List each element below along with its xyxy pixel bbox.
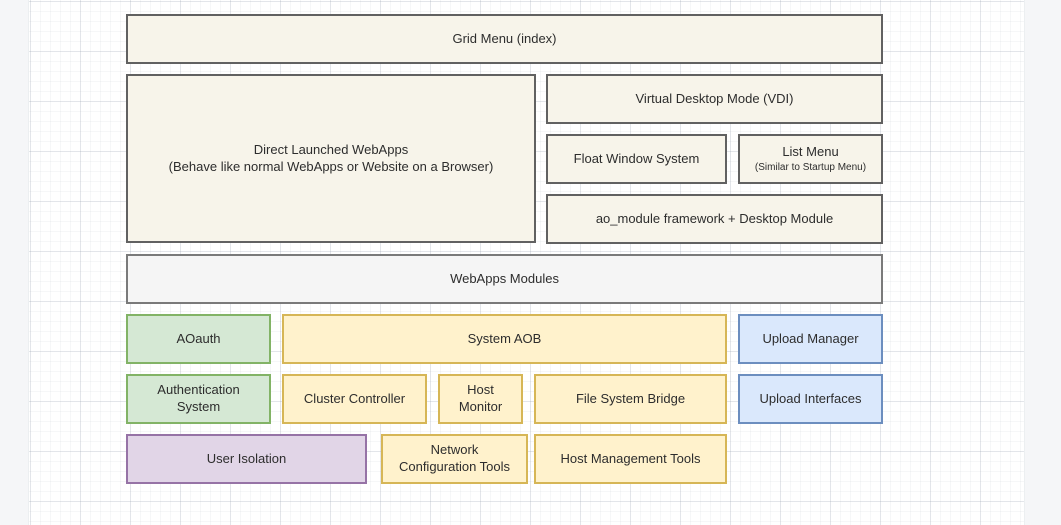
node-system-aob[interactable]: System AOB	[282, 314, 727, 364]
node-label: Direct Launched WebApps	[254, 142, 408, 159]
node-float-window-system[interactable]: Float Window System	[546, 134, 727, 184]
node-host-management-tools[interactable]: Host Management Tools	[534, 434, 727, 484]
node-label: Upload Interfaces	[760, 391, 862, 408]
canvas-margin-left	[0, 0, 29, 525]
node-label: List Menu	[782, 144, 838, 161]
node-file-system-bridge[interactable]: File System Bridge	[534, 374, 727, 424]
node-label: Host Management Tools	[561, 451, 701, 468]
node-aoauth[interactable]: AOauth	[126, 314, 271, 364]
node-upload-interfaces[interactable]: Upload Interfaces	[738, 374, 883, 424]
node-label: Upload Manager	[762, 331, 858, 348]
node-user-isolation[interactable]: User Isolation	[126, 434, 367, 484]
canvas-margin-right	[1024, 0, 1061, 525]
node-label: System AOB	[468, 331, 542, 348]
node-label: Virtual Desktop Mode (VDI)	[636, 91, 794, 108]
node-virtual-desktop-mode[interactable]: Virtual Desktop Mode (VDI)	[546, 74, 883, 124]
node-label: Network Configuration Tools	[396, 442, 513, 476]
node-cluster-controller[interactable]: Cluster Controller	[282, 374, 427, 424]
node-list-menu[interactable]: List Menu (Similar to Startup Menu)	[738, 134, 883, 184]
node-label: Authentication System	[141, 382, 256, 416]
node-grid-menu[interactable]: Grid Menu (index)	[126, 14, 883, 64]
node-label: WebApps Modules	[450, 271, 559, 288]
node-label: AOauth	[176, 331, 220, 348]
node-host-monitor[interactable]: Host Monitor	[438, 374, 523, 424]
node-label: Cluster Controller	[304, 391, 405, 408]
node-ao-module-framework[interactable]: ao_module framework + Desktop Module	[546, 194, 883, 244]
node-sublabel: (Behave like normal WebApps or Website o…	[169, 159, 494, 176]
node-label: Grid Menu (index)	[452, 31, 556, 48]
node-webapps-modules[interactable]: WebApps Modules	[126, 254, 883, 304]
node-network-configuration-tools[interactable]: Network Configuration Tools	[381, 434, 528, 484]
node-label: ao_module framework + Desktop Module	[596, 211, 833, 228]
node-label: User Isolation	[207, 451, 286, 468]
node-label: Host Monitor	[453, 382, 508, 416]
node-upload-manager[interactable]: Upload Manager	[738, 314, 883, 364]
diagram-page: Grid Menu (index) Direct Launched WebApp…	[0, 0, 1061, 525]
node-label: Float Window System	[574, 151, 700, 168]
node-direct-launched-webapps[interactable]: Direct Launched WebApps (Behave like nor…	[126, 74, 536, 243]
node-authentication-system[interactable]: Authentication System	[126, 374, 271, 424]
node-label: File System Bridge	[576, 391, 685, 408]
node-sublabel: (Similar to Startup Menu)	[755, 161, 866, 175]
